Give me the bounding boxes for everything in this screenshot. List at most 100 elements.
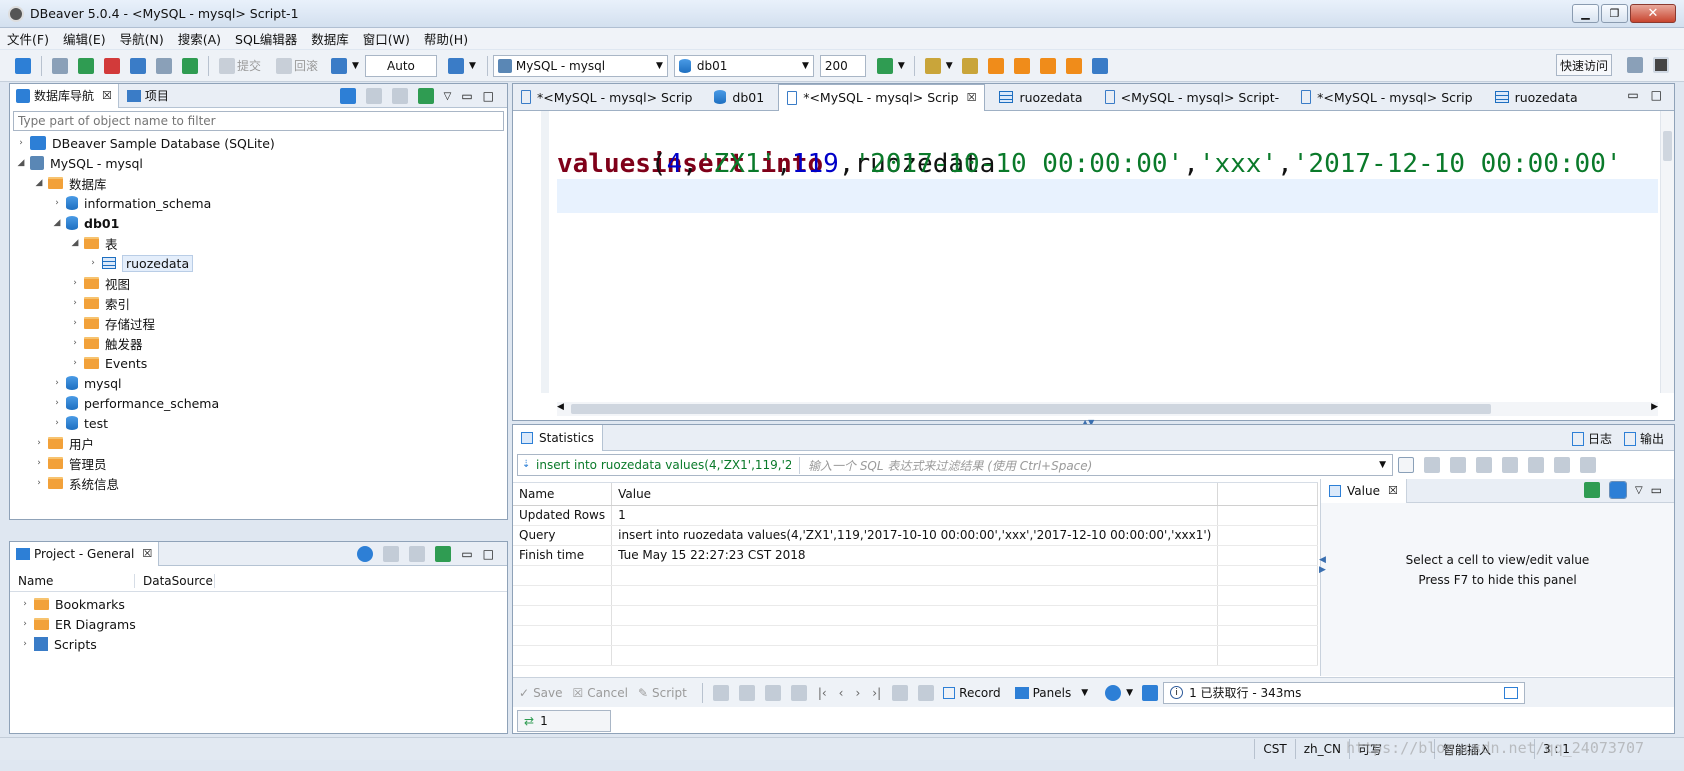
editor-tab[interactable]: ruozedata <box>991 85 1090 110</box>
menu-item-1[interactable]: 编辑(E) <box>56 29 113 48</box>
link-with-editor-icon[interactable] <box>417 88 434 104</box>
apply-filter-icon[interactable] <box>1398 457 1414 473</box>
expand-icon[interactable]: › <box>70 358 80 368</box>
results-filter-box[interactable]: ⇣ insert into ruozedata values(4,'ZX1',1… <box>517 454 1393 476</box>
tree-item[interactable]: › information_schema <box>16 193 507 213</box>
expand-icon[interactable]: › <box>34 438 44 448</box>
record-button[interactable]: Record <box>959 686 1000 700</box>
delete-row-icon[interactable] <box>790 684 807 701</box>
log-button[interactable]: 日志 <box>1588 430 1612 447</box>
tab-database-navigator[interactable]: 数据库导航 ☒ <box>10 83 119 108</box>
link-with-editor-icon[interactable] <box>435 546 452 562</box>
collapse-all-icon[interactable] <box>383 546 400 562</box>
tools-icon[interactable] <box>924 57 941 74</box>
connect-icon[interactable] <box>52 57 68 74</box>
add-row-icon[interactable] <box>738 684 755 701</box>
minimize-button[interactable]: ▁ <box>1572 4 1599 23</box>
result-limit-input[interactable]: 200 <box>819 54 866 77</box>
execute-icon[interactable] <box>987 57 1004 74</box>
table-row[interactable] <box>513 605 1318 626</box>
collapse-all-icon[interactable] <box>391 88 408 104</box>
menu-item-6[interactable]: 窗口(W) <box>356 29 417 48</box>
column-header[interactable]: Value <box>611 483 1219 506</box>
tree-item[interactable]: › 用户 <box>16 433 507 453</box>
editor-tab[interactable]: *<MySQL - mysql> Scrip ☒ <box>778 83 986 111</box>
tree-item[interactable]: ◢ 表 <box>16 233 507 253</box>
table-cell[interactable] <box>611 565 1219 586</box>
editor-tab[interactable]: *<MySQL - mysql> Scrip <box>513 85 700 110</box>
rollback-icon[interactable] <box>276 57 293 74</box>
forward-arrow-icon[interactable] <box>1580 457 1596 473</box>
minimize-view-icon[interactable]: ▭ <box>461 547 472 561</box>
auto-apply-icon[interactable] <box>1608 481 1627 499</box>
tree-item[interactable]: › ruozedata <box>16 253 507 273</box>
tab-project-general[interactable]: Project - General ☒ <box>10 541 160 566</box>
dbeaver-perspective-icon[interactable] <box>1653 57 1669 73</box>
tab-statistics[interactable]: Statistics <box>513 424 603 451</box>
collapse-left-icon[interactable]: ◀ ▶ <box>1319 555 1326 575</box>
new-connection-icon[interactable] <box>339 88 356 104</box>
new-script-icon[interactable] <box>130 57 146 74</box>
table-cell[interactable] <box>513 625 613 646</box>
menu-item-4[interactable]: SQL编辑器 <box>228 29 304 48</box>
refresh-icon[interactable] <box>876 57 893 74</box>
tree-item[interactable]: ◢ MySQL - mysql <box>16 153 507 173</box>
chevron-down-icon[interactable]: ▼ <box>352 61 359 71</box>
tx-mode-field[interactable]: Auto <box>364 54 437 77</box>
execute-new-tab-icon[interactable] <box>1013 57 1030 74</box>
expand-icon[interactable]: › <box>70 318 80 328</box>
vertical-scrollbar[interactable] <box>1660 111 1674 393</box>
table-row[interactable] <box>513 645 1318 666</box>
expand-icon[interactable]: › <box>52 198 62 208</box>
collapse-icon[interactable]: ◢ <box>70 238 80 248</box>
panels-button[interactable]: Panels <box>1033 686 1072 700</box>
chevron-down-icon[interactable]: ▼ <box>1081 688 1088 698</box>
table-cell[interactable] <box>611 645 1219 666</box>
table-cell[interactable] <box>611 605 1219 626</box>
close-window-button[interactable]: ✕ <box>1630 4 1676 23</box>
column-header[interactable]: Name <box>513 483 613 506</box>
tree-item[interactable]: › 触发器 <box>16 333 507 353</box>
chevron-down-icon[interactable]: ▼ <box>1126 688 1133 698</box>
script-button[interactable]: Script <box>652 686 687 700</box>
project-item[interactable]: › Bookmarks <box>20 594 507 614</box>
history-icon[interactable] <box>447 57 464 74</box>
column-header-datasource[interactable]: DataSource <box>135 573 215 588</box>
new-connection-icon[interactable] <box>15 57 31 74</box>
expand-icon[interactable]: › <box>70 338 80 348</box>
table-cell[interactable]: Tue May 15 22:27:23 CST 2018 <box>611 545 1219 566</box>
table-cell[interactable]: Query <box>513 525 613 546</box>
chevron-down-icon[interactable]: ▼ <box>946 61 953 71</box>
maximize-button[interactable]: ❐ <box>1601 4 1628 23</box>
fetch-next-icon[interactable] <box>892 684 909 701</box>
configure-icon[interactable] <box>357 546 374 562</box>
chevron-down-icon[interactable]: ▼ <box>898 61 905 71</box>
menu-item-2[interactable]: 导航(N) <box>113 29 171 48</box>
tree-item[interactable]: › DBeaver Sample Database (SQLite) <box>16 133 507 153</box>
expand-icon[interactable]: › <box>16 138 26 148</box>
expand-icon[interactable]: › <box>20 639 30 649</box>
commit-icon[interactable] <box>219 57 235 74</box>
editor-tab[interactable]: <MySQL - mysql> Script- <box>1097 85 1288 110</box>
explain-plan-icon[interactable] <box>1091 57 1108 74</box>
table-cell[interactable] <box>513 645 613 666</box>
expand-icon[interactable]: › <box>20 599 30 609</box>
maximize-editor-icon[interactable]: □ <box>1651 88 1662 102</box>
execute-script-icon[interactable] <box>1039 57 1056 74</box>
connection-selector[interactable]: MySQL - mysql ▼ <box>492 54 668 77</box>
menu-item-0[interactable]: 文件(F) <box>0 29 56 48</box>
expand-icon[interactable]: › <box>20 619 30 629</box>
cancel-button[interactable]: Cancel <box>587 686 628 700</box>
table-row[interactable] <box>513 565 1318 586</box>
menu-item-5[interactable]: 数据库 <box>304 29 356 48</box>
grid-view-icon[interactable] <box>1142 684 1159 701</box>
open-perspective-icon[interactable] <box>1627 57 1643 73</box>
back-arrow-icon[interactable] <box>1554 457 1570 473</box>
output-button[interactable]: 输出 <box>1640 430 1664 447</box>
previous-icon[interactable]: ‹ <box>839 686 844 700</box>
maximize-view-icon[interactable]: □ <box>483 89 494 103</box>
table-row[interactable] <box>513 625 1318 646</box>
refresh-options-icon[interactable] <box>1528 457 1544 473</box>
table-row[interactable]: Updated Rows 1 <box>513 505 1318 526</box>
tree-item[interactable]: › 管理员 <box>16 453 507 473</box>
